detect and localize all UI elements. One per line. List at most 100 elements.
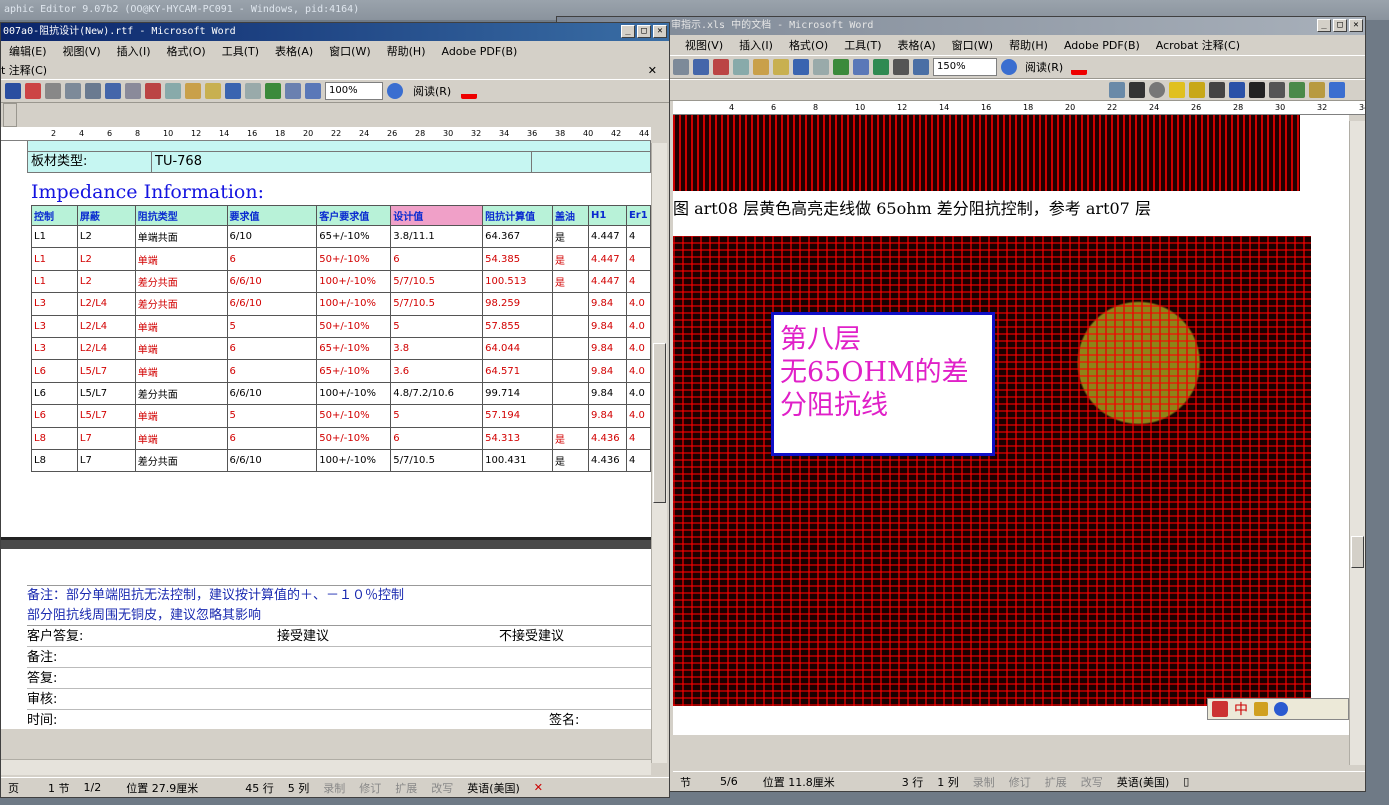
table-cell[interactable]: 9.84 [587,404,627,428]
table-cell[interactable]: 98.259 [482,292,554,316]
table-cell[interactable]: L7 [76,426,136,450]
close-button[interactable]: ✕ [653,25,667,38]
table-cell[interactable]: 100.513 [482,269,554,294]
table-cell[interactable]: 4.8/7.2/10.6 [390,381,484,406]
table-cell[interactable]: L2/L4 [76,314,136,338]
table-cell[interactable]: 100+/-10% [316,269,392,294]
table-cell[interactable]: 9.84 [587,359,627,383]
table-cell[interactable]: L1 [31,269,78,294]
left-window-titlebar[interactable]: 007a0-阻抗设计(New).rtf - Microsoft Word _ □… [1,23,669,41]
paste-icon[interactable] [185,83,201,99]
excel-icon[interactable] [873,59,889,75]
ime-help-icon[interactable] [1274,702,1288,716]
table-cell[interactable] [552,404,589,428]
left-document-area[interactable]: 板材类型: TU-768 Impedance Information: 控制 屏… [1,141,651,729]
print-icon[interactable] [673,59,689,75]
minimize-button[interactable]: _ [621,25,635,38]
menu-table[interactable]: 表格(A) [267,43,321,59]
table-cell[interactable]: 4.0 [625,381,651,406]
table-cell[interactable]: 57.855 [482,314,554,338]
hyperlink-icon[interactable] [833,59,849,75]
help-icon[interactable] [387,83,403,99]
menu-table[interactable]: 表格(A) [890,37,944,53]
table-cell[interactable]: 4 [625,269,651,294]
table-cell[interactable]: 4.447 [587,224,627,249]
table-cell[interactable]: L5/L7 [76,381,136,406]
table-cell[interactable]: 5 [390,404,484,428]
status-extend[interactable]: 扩展 [1038,774,1074,790]
table-cell[interactable]: 64.044 [482,336,554,361]
table-cell[interactable]: 3.6 [390,359,484,383]
table-cell[interactable]: 50+/-10% [316,404,392,428]
table-cell[interactable]: L2 [76,224,136,249]
table-cell[interactable]: 是 [552,269,589,294]
font-color-icon[interactable] [461,83,478,99]
table-cell[interactable]: 6 [390,426,484,450]
table-cell[interactable]: L5/L7 [76,404,136,428]
menu-insert[interactable]: 插入(I) [109,43,159,59]
undo-icon[interactable] [225,83,241,99]
table-cell[interactable]: 5/7/10.5 [390,292,484,316]
menu-help[interactable]: 帮助(H) [379,43,434,59]
table-cell[interactable]: 3.8 [390,336,484,361]
table-cell[interactable]: 5/7/10.5 [390,448,484,473]
reject-suggestion[interactable]: 不接受建议 [499,626,564,647]
copy-icon[interactable] [165,83,181,99]
table-cell[interactable]: 6/6/10 [226,292,318,316]
table-cell[interactable]: 6 [226,336,318,361]
menu-adobe-pdf[interactable]: Adobe PDF(B) [1056,39,1148,52]
table-cell[interactable]: 4 [625,224,651,249]
menu-format[interactable]: 格式(O) [158,43,213,59]
table-cell[interactable] [552,336,589,361]
contrast-icon[interactable] [1149,82,1165,98]
table-cell[interactable]: 单端 [134,404,228,428]
table-cell[interactable]: 5 [226,314,318,338]
table-cell[interactable]: 100+/-10% [316,292,392,316]
table-cell[interactable]: 9.84 [587,314,627,338]
table-cell[interactable]: L8 [31,426,78,450]
copy-icon[interactable] [733,59,749,75]
print-preview-icon[interactable] [85,83,101,99]
table-cell[interactable]: L1 [31,247,78,271]
redo-icon[interactable] [813,59,829,75]
table-cell[interactable] [552,292,589,316]
table-cell[interactable]: 6 [226,359,318,383]
save-icon[interactable] [5,83,21,99]
table-cell[interactable]: L6 [31,381,78,406]
status-overtype[interactable]: 改写 [424,780,460,796]
table-cell[interactable]: 单端共面 [134,224,228,249]
table-cell[interactable] [552,359,589,383]
pcb-image-top[interactable] [673,115,1300,191]
table-cell[interactable]: 单端 [134,336,228,361]
table-icon[interactable] [853,59,869,75]
table-cell[interactable]: 3.8/11.1 [390,224,484,249]
format-picture-icon[interactable] [1309,82,1325,98]
table-cell[interactable]: 9.84 [587,381,627,406]
menu-insert[interactable]: 插入(I) [731,37,781,53]
table-cell[interactable]: 是 [552,224,589,249]
table-cell[interactable]: L3 [31,292,78,316]
brightness-down-icon[interactable] [1189,82,1205,98]
table-cell[interactable]: 50+/-10% [316,426,392,450]
table-cell[interactable]: 65+/-10% [316,224,392,249]
table-cell[interactable]: 4 [625,448,651,473]
table-cell[interactable]: L2 [76,269,136,294]
table-cell[interactable]: 4.436 [587,448,627,473]
table-cell[interactable]: 单端 [134,247,228,271]
research-icon[interactable] [125,83,141,99]
table-cell[interactable]: 4.0 [625,336,651,361]
maximize-button[interactable]: □ [1333,19,1347,32]
table-cell[interactable]: 6 [226,426,318,450]
table-cell[interactable]: 100+/-10% [316,448,392,473]
table-cell[interactable]: 54.313 [482,426,554,450]
tables-borders-icon[interactable] [285,83,301,99]
table-cell[interactable]: 4.0 [625,359,651,383]
minimize-button[interactable]: _ [1317,19,1331,32]
spellcheck-icon[interactable] [693,59,709,75]
left-vertical-scrollbar[interactable] [651,143,667,763]
table-cell[interactable]: 4 [625,247,651,271]
menu-comment[interactable]: t 注释(C) [1,62,55,78]
left-ruler[interactable]: 2 4 6 8 10 12 14 16 18 20 22 24 26 28 30 32 34 36 38 40 42 44 [1,127,651,141]
status-record[interactable]: 录制 [966,774,1002,790]
right-document-area[interactable]: 图 art08 层黄色高亮走线做 65ohm 差分阻抗控制，参考 art07 层… [673,115,1349,735]
